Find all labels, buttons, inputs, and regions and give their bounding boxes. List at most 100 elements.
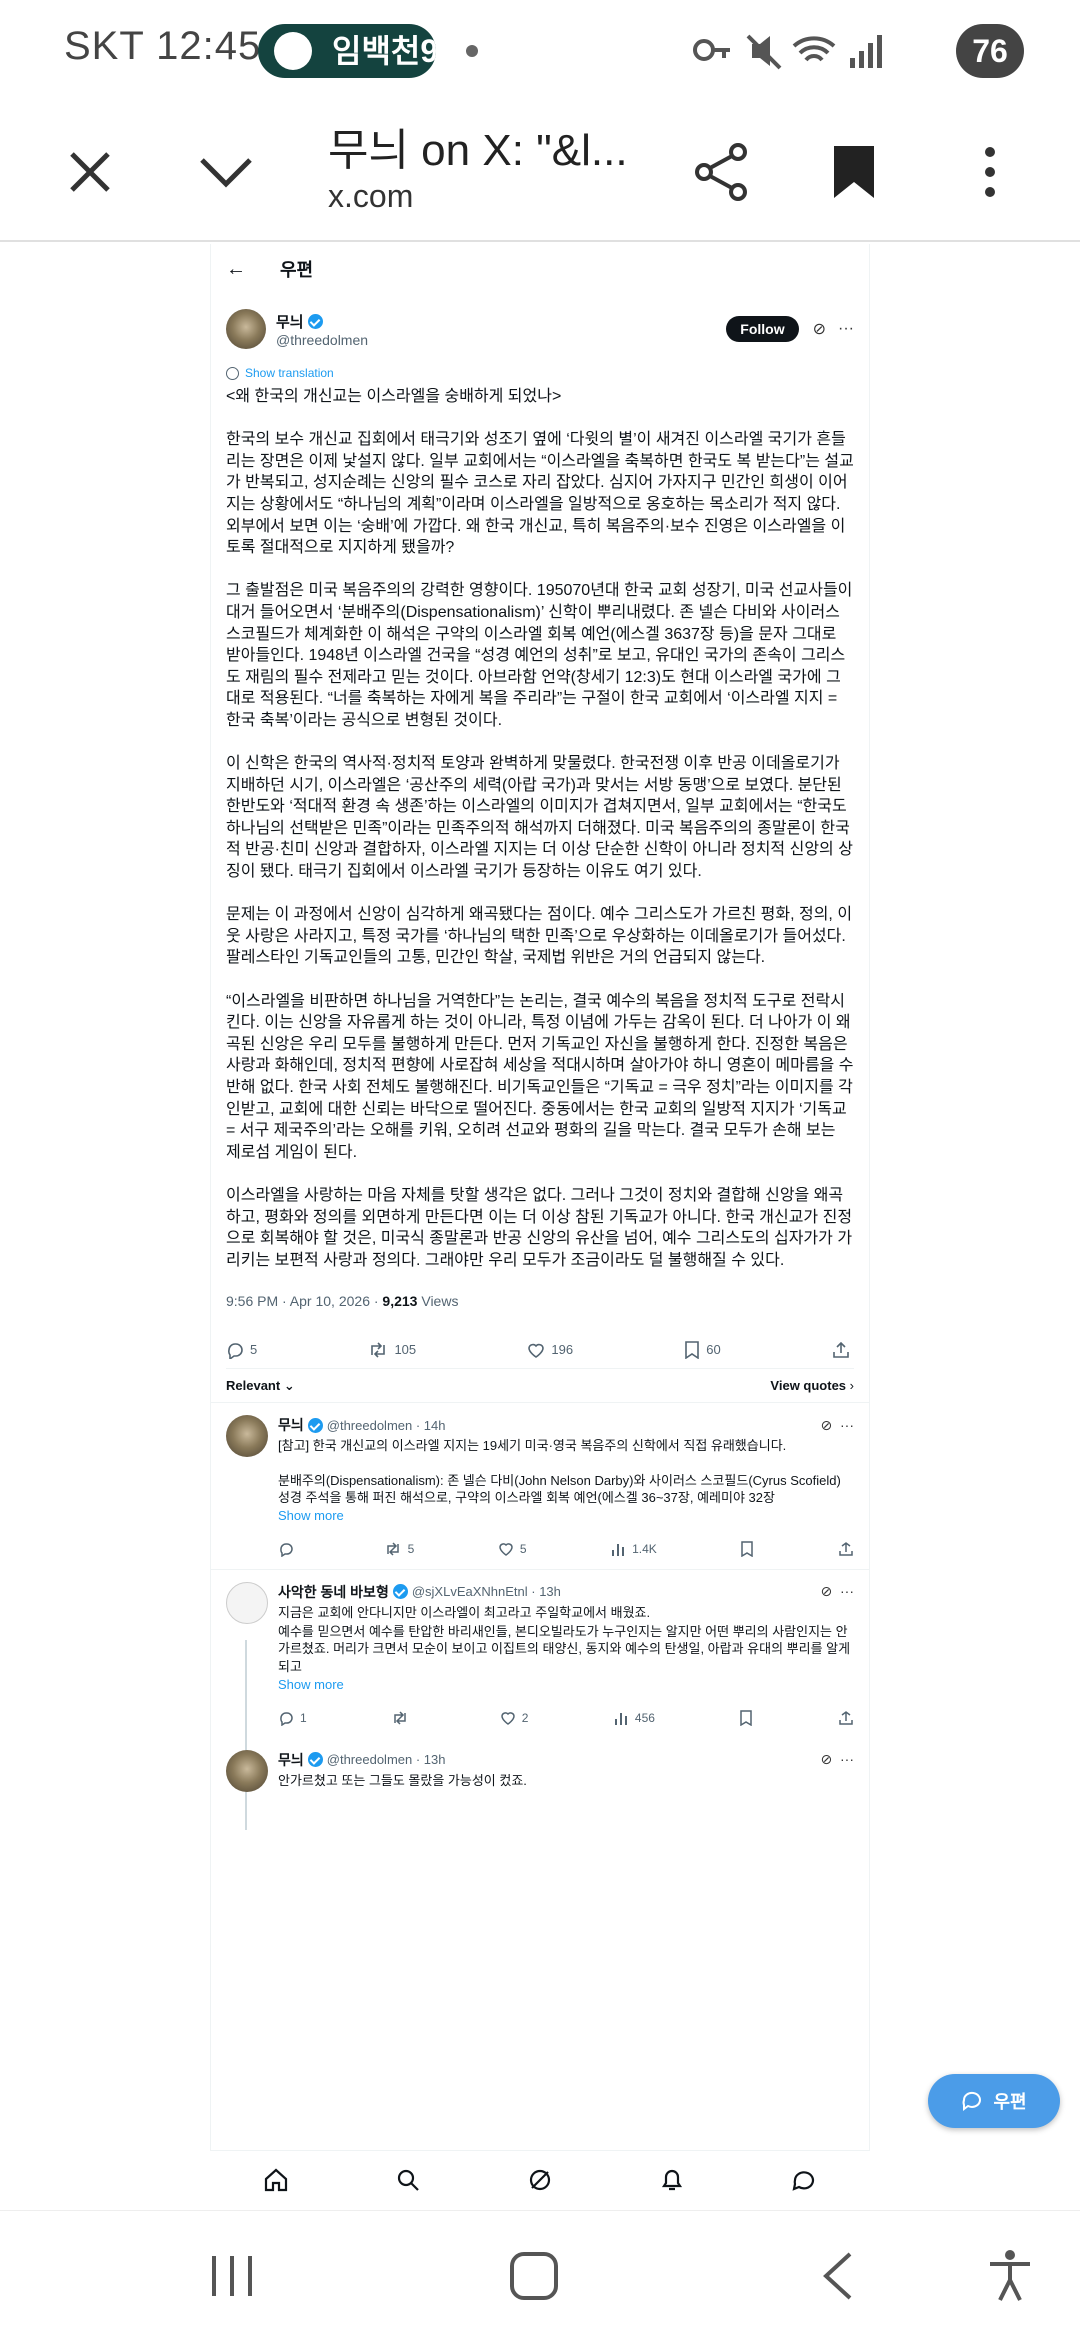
reply-text: 분배주의(Dispensationalism): 존 넬슨 다비(John Ne… bbox=[278, 1472, 841, 1505]
post-timestamp[interactable]: 9:56 PM · Apr 10, 2026 · bbox=[226, 1293, 382, 1309]
repost-button[interactable]: 5 bbox=[384, 1541, 414, 1557]
home-nav-button[interactable] bbox=[474, 2211, 594, 2341]
bell-icon[interactable] bbox=[659, 2167, 685, 2193]
reply-text: 예수를 믿으면서 예수를 탄압한 바리새인들, 본디오빌라도가 누구인지는 알지… bbox=[278, 1624, 851, 1674]
post-paragraph: “이스라엘을 비판하면 하나님을 거역한다”는 논리는, 결국 예수의 복음을 … bbox=[226, 992, 854, 1161]
close-button[interactable] bbox=[48, 130, 132, 214]
share-post-button[interactable] bbox=[838, 1541, 854, 1557]
like-button[interactable]: 5 bbox=[498, 1541, 527, 1557]
reply-menu-icons[interactable]: ⊘ ··· bbox=[821, 1583, 855, 1600]
views-count: 1.4K bbox=[632, 1541, 657, 1556]
more-options-button[interactable] bbox=[948, 130, 1032, 214]
author-name-row[interactable]: 무늬 bbox=[276, 311, 368, 332]
show-more-link[interactable]: Show more bbox=[278, 1677, 854, 1692]
web-content: ← 우편 무늬 @threedolmen Follow ⊘ ··· Show t… bbox=[210, 244, 870, 2152]
show-more-link[interactable]: Show more bbox=[278, 1508, 854, 1523]
reply-item[interactable]: 사악한 동네 바보형 @sjXLvEaXNhnEtnl · 13h ⊘ ··· … bbox=[210, 1570, 870, 1830]
messages-icon[interactable] bbox=[791, 2167, 817, 2193]
bookmark-count: 60 bbox=[706, 1342, 721, 1358]
accessibility-button[interactable] bbox=[950, 2211, 1070, 2341]
avatar[interactable] bbox=[226, 1749, 268, 1792]
share-post-button[interactable] bbox=[838, 1710, 854, 1726]
views-button[interactable]: 456 bbox=[613, 1710, 655, 1726]
wifi-icon bbox=[792, 36, 836, 62]
repost-button[interactable]: 105 bbox=[368, 1341, 416, 1359]
show-translation-link[interactable]: Show translation bbox=[226, 366, 854, 380]
search-icon[interactable] bbox=[395, 2167, 421, 2193]
sort-label: Relevant bbox=[226, 1377, 281, 1393]
like-button[interactable]: 196 bbox=[527, 1341, 573, 1359]
reply-button[interactable]: 1 bbox=[278, 1710, 307, 1726]
system-navigation-bar bbox=[0, 2210, 1080, 2340]
avatar[interactable] bbox=[226, 1581, 268, 1624]
reply-item[interactable]: 무늬 @threedolmen · 14h ⊘ ··· [참고] 한국 개신교의… bbox=[210, 1403, 870, 1570]
floating-reply-button[interactable]: 우편 bbox=[928, 2074, 1060, 2128]
reply-handle[interactable]: @sjXLvEaXNhnEtnl · 13h bbox=[412, 1584, 561, 1599]
bookmark-outline-icon bbox=[741, 1541, 754, 1557]
bookmark-post-button[interactable]: 60 bbox=[684, 1341, 721, 1359]
sort-bar: Relevant ⌄ View quotes › bbox=[210, 1369, 870, 1404]
share-post-button[interactable] bbox=[832, 1341, 850, 1359]
post-paragraph: 문제는 이 과정에서 신앙이 심각하게 왜곡됐다는 점이다. 예수 그리스도가 … bbox=[226, 906, 853, 967]
more-vertical-icon bbox=[985, 147, 995, 197]
repost-count: 105 bbox=[394, 1342, 417, 1358]
views-count: 456 bbox=[634, 1710, 655, 1725]
x-header: ← 우편 bbox=[210, 244, 870, 294]
repost-button[interactable] bbox=[391, 1710, 415, 1726]
repost-icon bbox=[394, 1711, 406, 1725]
bookmark-button[interactable] bbox=[812, 130, 896, 214]
reply-header: 사악한 동네 바보형 @sjXLvEaXNhnEtnl · 13h ⊘ ··· bbox=[278, 1582, 854, 1602]
grok-icon[interactable] bbox=[527, 2167, 553, 2193]
reply-button[interactable] bbox=[278, 1541, 300, 1557]
reply-button[interactable]: 5 bbox=[226, 1341, 257, 1359]
share-icon bbox=[695, 143, 747, 201]
analytics-icon bbox=[614, 1712, 627, 1725]
close-icon bbox=[70, 152, 110, 192]
grok-icon[interactable]: ⊘ bbox=[813, 319, 826, 339]
chevron-down-icon: ⌄ bbox=[283, 1377, 295, 1393]
view-quotes-link[interactable]: View quotes › bbox=[770, 1378, 854, 1393]
notification-pill-label: 임백천9 bbox=[332, 33, 436, 69]
verified-badge-icon bbox=[307, 1752, 323, 1768]
heart-icon bbox=[528, 1343, 545, 1358]
share-upload-icon bbox=[839, 1710, 853, 1725]
reply-author-name[interactable]: 무늬 bbox=[278, 1750, 304, 1770]
home-icon[interactable] bbox=[263, 2167, 289, 2193]
post-meta: 9:56 PM · Apr 10, 2026 · 9,213 Views bbox=[226, 1293, 854, 1309]
reply-item[interactable]: 무늬 @threedolmen · 13h ⊘ ··· 안가르쳤고 또는 그들도… bbox=[210, 1738, 870, 1792]
reply-handle[interactable]: @threedolmen · 14h bbox=[327, 1418, 446, 1433]
bookmark-post-button[interactable] bbox=[740, 1541, 754, 1557]
bookmark-post-button[interactable] bbox=[739, 1710, 753, 1726]
author-handle[interactable]: @threedolmen bbox=[276, 332, 368, 348]
follow-button[interactable]: Follow bbox=[726, 316, 799, 342]
recent-apps-button[interactable] bbox=[172, 2211, 292, 2341]
back-arrow-icon[interactable]: ← bbox=[226, 258, 246, 281]
reply-author-name[interactable]: 무늬 bbox=[278, 1415, 304, 1435]
share-button[interactable] bbox=[680, 130, 764, 214]
reply-handle[interactable]: @threedolmen · 13h bbox=[327, 1752, 446, 1767]
reply-actions: 1 2 456 bbox=[278, 1698, 854, 1738]
repost-icon bbox=[371, 1342, 386, 1358]
sort-relevant-dropdown[interactable]: Relevant ⌄ bbox=[226, 1378, 295, 1394]
notification-pill[interactable]: 임백천9 bbox=[258, 24, 436, 78]
reply-menu-icons[interactable]: ⊘ ··· bbox=[821, 1417, 855, 1434]
repost-icon bbox=[386, 1542, 399, 1556]
reply-count: 5 bbox=[250, 1342, 258, 1358]
avatar[interactable] bbox=[226, 1415, 268, 1458]
more-horizontal-icon[interactable]: ··· bbox=[838, 320, 854, 338]
back-nav-button[interactable] bbox=[778, 2211, 898, 2341]
post-author: 무늬 @threedolmen Follow ⊘ ··· bbox=[226, 304, 854, 354]
views-button[interactable]: 1.4K bbox=[610, 1541, 657, 1557]
avatar[interactable] bbox=[226, 309, 266, 349]
collapse-button[interactable] bbox=[184, 130, 268, 214]
bookmark-outline-icon bbox=[685, 1341, 700, 1359]
share-upload-icon bbox=[839, 1542, 853, 1556]
reply-author-name[interactable]: 사악한 동네 바보형 bbox=[278, 1582, 389, 1602]
reply-menu-icons[interactable]: ⊘ ··· bbox=[821, 1751, 855, 1768]
views-label: Views bbox=[417, 1293, 459, 1310]
reply-icon bbox=[228, 1343, 243, 1359]
globe-icon bbox=[226, 366, 239, 380]
like-button[interactable]: 2 bbox=[500, 1710, 528, 1726]
battery-indicator: 76 bbox=[956, 24, 1024, 78]
reply-actions: 5 5 1.4K bbox=[278, 1529, 854, 1569]
